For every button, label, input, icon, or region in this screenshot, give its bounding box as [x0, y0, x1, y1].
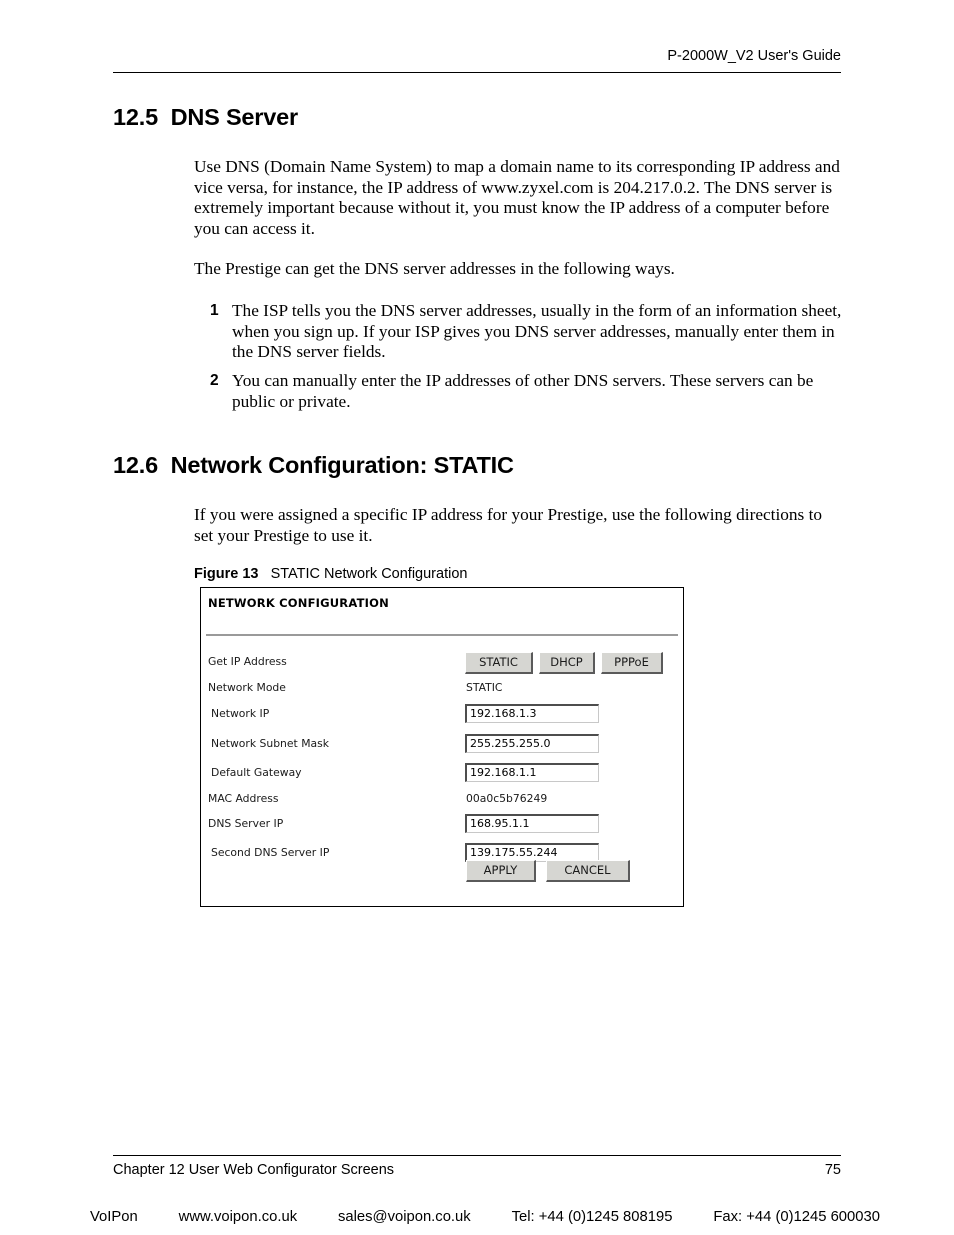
form-row-dns-server-ip: DNS Server IP 168.95.1.1	[201, 814, 683, 836]
form-row-mac-address: MAC Address 00a0c5b76249	[201, 789, 683, 811]
form-row-default-gateway: Default Gateway 192.168.1.1	[201, 763, 683, 785]
get-ip-dhcp-button[interactable]: DHCP	[539, 652, 595, 674]
voipon-brand: VoIPon	[90, 1209, 138, 1225]
network-configuration-panel: NETWORK CONFIGURATION Get IP Address STA…	[200, 587, 684, 907]
figure-caption-text: STATIC Network Configuration	[270, 566, 468, 582]
dns-ways-paragraph: The Prestige can get the DNS server addr…	[194, 259, 675, 278]
footer-page-number: 75	[824, 1162, 841, 1178]
list-item-text: You can manually enter the IP addresses …	[232, 371, 814, 411]
cancel-button[interactable]: CANCEL	[546, 860, 630, 882]
get-ip-pppoe-button[interactable]: PPPoE	[601, 652, 663, 674]
label-get-ip-address: Get IP Address	[208, 655, 287, 668]
dns-server-ip-input[interactable]: 168.95.1.1	[465, 814, 599, 833]
voipon-email: sales@voipon.co.uk	[338, 1209, 471, 1225]
value-mac-address: 00a0c5b76249	[466, 792, 548, 805]
label-mac-address: MAC Address	[208, 792, 279, 805]
form-row-network-subnet-mask: Network Subnet Mask 255.255.255.0	[201, 734, 683, 756]
figure-label: Figure 13	[194, 566, 259, 582]
get-ip-static-button[interactable]: STATIC	[465, 652, 533, 674]
section-heading-network-configuration-static: 12.6 Network Configuration: STATIC	[113, 452, 514, 478]
voipon-footer-bar: VoIPon www.voipon.co.uk sales@voipon.co.…	[90, 1209, 880, 1225]
panel-divider	[206, 634, 678, 636]
label-network-mode: Network Mode	[208, 681, 286, 694]
network-subnet-mask-input[interactable]: 255.255.255.0	[465, 734, 599, 753]
default-gateway-input[interactable]: 192.168.1.1	[465, 763, 599, 782]
form-row-get-ip-address: Get IP Address STATIC DHCP PPPoE	[201, 652, 683, 674]
running-header: P-2000W_V2 User's Guide	[667, 48, 841, 64]
list-item-number: 2	[210, 372, 219, 389]
list-item-text: The ISP tells you the DNS server address…	[232, 301, 842, 362]
list-item: 2 You can manually enter the IP addresse…	[210, 371, 844, 412]
form-row-network-mode: Network Mode STATIC	[201, 678, 683, 700]
header-divider	[113, 72, 841, 73]
figure-caption: Figure 13 STATIC Network Configuration	[194, 566, 467, 582]
list-item-number: 1	[210, 302, 219, 319]
apply-button[interactable]: APPLY	[466, 860, 536, 882]
form-row-network-ip: Network IP 192.168.1.3	[201, 704, 683, 726]
label-dns-server-ip: DNS Server IP	[208, 817, 284, 830]
voipon-fax: Fax: +44 (0)1245 600030	[713, 1209, 880, 1225]
footer-divider	[113, 1155, 841, 1156]
dns-intro-paragraph: Use DNS (Domain Name System) to map a do…	[194, 157, 840, 238]
list-item: 1 The ISP tells you the DNS server addre…	[210, 301, 844, 363]
network-ip-input[interactable]: 192.168.1.3	[465, 704, 599, 723]
panel-title: NETWORK CONFIGURATION	[208, 596, 389, 610]
label-default-gateway: Default Gateway	[211, 766, 302, 779]
static-intro-paragraph: If you were assigned a specific IP addre…	[194, 505, 823, 545]
label-network-ip: Network IP	[211, 707, 270, 720]
voipon-telephone: Tel: +44 (0)1245 808195	[511, 1209, 673, 1225]
value-network-mode: STATIC	[466, 681, 503, 694]
label-second-dns-server-ip: Second DNS Server IP	[211, 846, 330, 859]
label-network-subnet-mask: Network Subnet Mask	[211, 737, 330, 750]
section-heading-dns-server: 12.5 DNS Server	[113, 104, 298, 130]
voipon-website: www.voipon.co.uk	[178, 1209, 298, 1225]
